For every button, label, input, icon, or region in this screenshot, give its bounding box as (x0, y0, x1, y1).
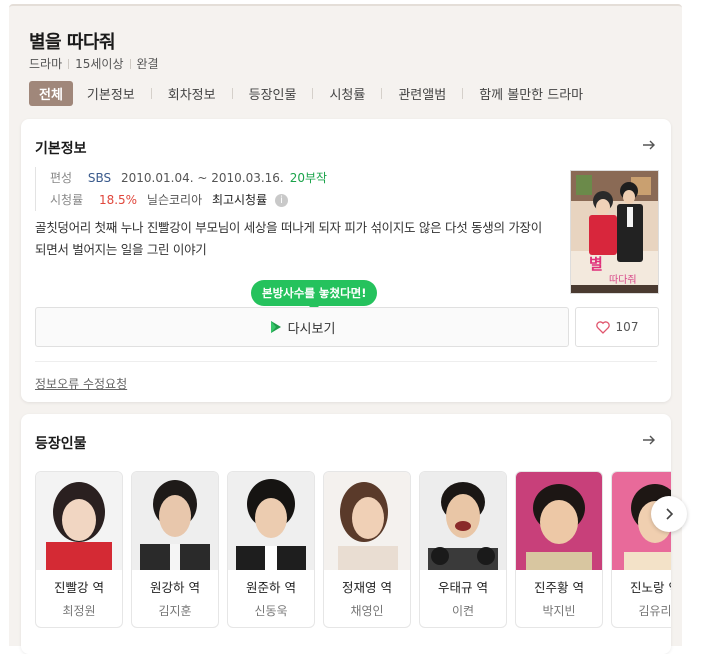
actor-photo (324, 472, 410, 570)
poster-image[interactable]: 별 따다줘 (570, 170, 659, 294)
arrow-right-icon[interactable] (641, 432, 657, 448)
tab-basic-info[interactable]: 기본정보 (79, 81, 143, 106)
page-title: 별을 따다줘 (29, 32, 116, 53)
tab-ratings[interactable]: 시청률 (321, 81, 373, 106)
basic-info-card: 기본정보 편성 SBS 2010.01.04. ~ 2010.03.16. 20부… (21, 119, 671, 402)
cast-item[interactable]: 원준하 역 신동욱 (227, 471, 315, 628)
content-panel: 별을 따다줘 드라마 15세이상 완결 전체 기본정보 회차정보 등장인물 시청… (9, 4, 682, 654)
actor-name: 김지훈 (158, 604, 192, 618)
rating-row: 시청률 18.5% 닐슨코리아 최고시청률 i (50, 189, 327, 211)
replay-button[interactable]: 다시보기 (35, 307, 569, 347)
actor-name: 김유리 (638, 604, 671, 618)
tab-characters[interactable]: 등장인물 (241, 81, 305, 106)
genre-text: 드라마 (29, 57, 63, 71)
status-text: 완결 (136, 57, 159, 71)
rating-source: 닐슨코리아 (146, 193, 203, 207)
tab-bar: 전체 기본정보 회차정보 등장인물 시청률 관련앨범 함께 볼만한 드라마 (29, 81, 591, 106)
cast-item[interactable]: 진빨강 역 최정원 (35, 471, 123, 628)
svg-text:따다줘: 따다줘 (609, 274, 637, 286)
broadcast-row: 편성 SBS 2010.01.04. ~ 2010.03.16. 20부작 (50, 167, 327, 189)
role-name: 원강하 역 (150, 580, 200, 595)
cast-card: 등장인물 진빨강 역 최정원 원강하 역 김지훈 원준하 역 신동욱 정재영 역… (21, 414, 671, 654)
actor-photo (132, 472, 218, 570)
like-count: 107 (615, 320, 639, 334)
actor-photo (420, 472, 506, 570)
rating-note: 최고시청률 (211, 193, 268, 207)
age-rating-text: 15세이상 (75, 57, 124, 71)
tab-episodes[interactable]: 회차정보 (160, 81, 224, 106)
report-error-link[interactable]: 정보오류 수정요청 (35, 375, 127, 392)
role-name: 정재영 역 (342, 580, 392, 595)
heart-icon (595, 320, 610, 334)
cast-list: 진빨강 역 최정원 원강하 역 김지훈 원준하 역 신동욱 정재영 역 채영인 … (35, 471, 671, 628)
broadcast-info: 편성 SBS 2010.01.04. ~ 2010.03.16. 20부작 시청률… (35, 167, 327, 211)
cast-item[interactable]: 정재영 역 채영인 (323, 471, 411, 628)
cast-item[interactable]: 우태규 역 이켠 (419, 471, 507, 628)
cast-item[interactable]: 진노랑 역 김유리 (611, 471, 671, 628)
divider (312, 88, 314, 99)
role-name: 진노랑 역 (630, 580, 671, 595)
tab-albums[interactable]: 관련앨범 (390, 81, 454, 106)
actor-name: 이켠 (451, 604, 475, 618)
broadcast-label: 편성 (50, 171, 73, 185)
role-name: 진빨강 역 (54, 580, 104, 595)
chevron-right-icon (666, 508, 674, 520)
info-icon[interactable]: i (274, 194, 288, 207)
broadcast-period: 2010.01.04. ~ 2010.03.16. (121, 171, 284, 185)
rating-value: 18.5% (98, 193, 138, 207)
divider (231, 88, 233, 99)
role-name: 원준하 역 (246, 580, 296, 595)
cast-item[interactable]: 진주황 역 박지빈 (515, 471, 603, 628)
like-button[interactable]: 107 (575, 307, 659, 347)
actor-photo (36, 472, 122, 570)
role-name: 우태규 역 (438, 580, 488, 595)
actor-photo (228, 472, 314, 570)
episode-count: 20부작 (289, 171, 328, 185)
actor-name: 채영인 (350, 604, 384, 618)
role-name: 진주황 역 (534, 580, 584, 595)
rating-label: 시청률 (50, 193, 84, 207)
divider (150, 88, 152, 99)
divider (381, 88, 383, 99)
tab-related-dramas[interactable]: 함께 볼만한 드라마 (471, 81, 591, 106)
synopsis: 골칫덩어리 첫째 누나 진빨강이 부모님이 세상을 떠나게 되자 피가 섞이지도… (35, 220, 542, 257)
divider (129, 58, 131, 69)
channel-link[interactable]: SBS (88, 171, 111, 185)
meta-line: 드라마 15세이상 완결 (29, 55, 159, 72)
tab-all[interactable]: 전체 (29, 81, 73, 106)
actor-photo (516, 472, 602, 570)
divider (462, 88, 464, 99)
divider (68, 58, 70, 69)
actor-name: 신동욱 (254, 604, 288, 618)
replay-tooltip: 본방사수를 놓쳤다면! (251, 280, 378, 311)
svg-text:별: 별 (589, 255, 603, 273)
cast-title: 등장인물 (35, 436, 87, 452)
cast-item[interactable]: 원강하 역 김지훈 (131, 471, 219, 628)
play-icon (270, 321, 281, 333)
divider (35, 361, 657, 362)
basic-info-title: 기본정보 (35, 141, 87, 157)
carousel-next-button[interactable] (651, 496, 687, 532)
replay-label: 다시보기 (287, 321, 336, 337)
actor-name: 박지빈 (542, 604, 576, 618)
actor-name: 최정원 (62, 604, 96, 618)
arrow-right-icon[interactable] (641, 137, 657, 153)
